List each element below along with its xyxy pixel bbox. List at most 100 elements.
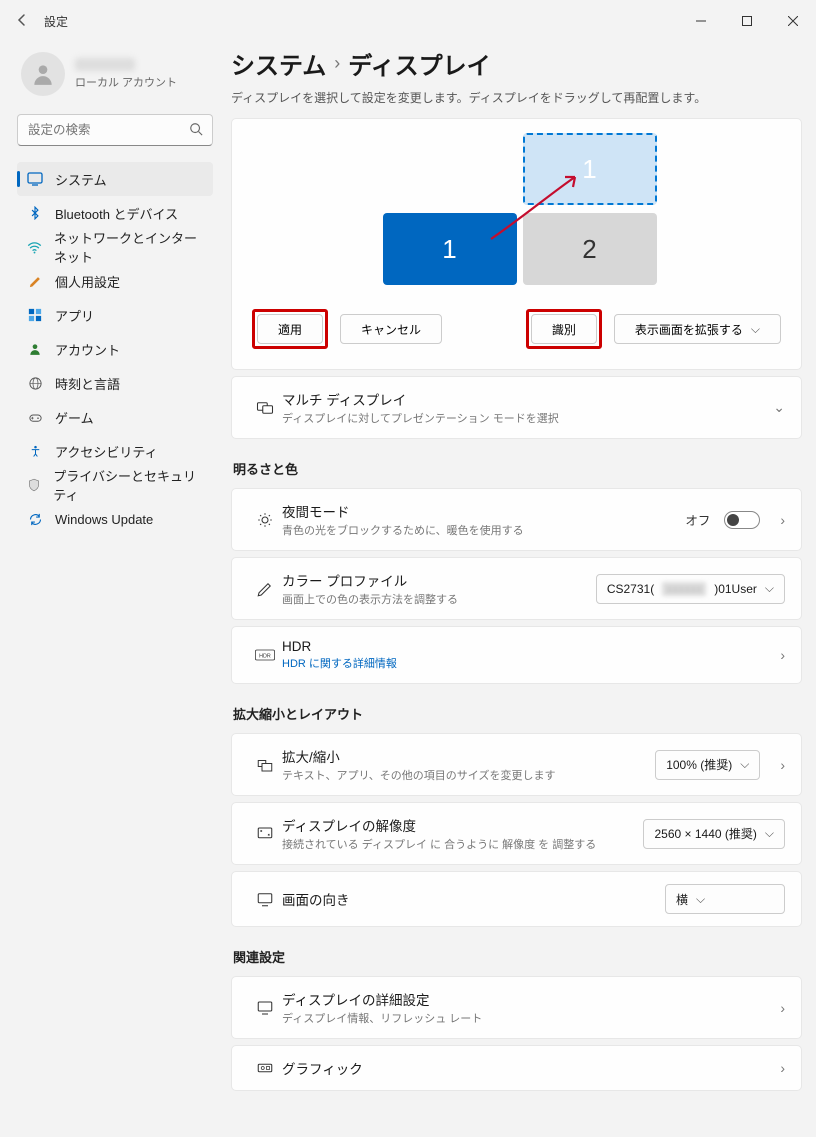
- highlight-identify: 識別: [526, 309, 602, 349]
- breadcrumb-root[interactable]: システム: [231, 46, 326, 81]
- row-subtitle: ディスプレイに対してプレゼンテーション モードを選択: [282, 410, 767, 426]
- close-button[interactable]: [770, 5, 816, 37]
- color-profile-row[interactable]: カラー プロファイル 画面上での色の表示方法を調整する CS2731(xxxxx…: [232, 558, 801, 619]
- resolution-row[interactable]: ディスプレイの解像度 接続されている ディスプレイ に 合うように 解像度 を …: [232, 803, 801, 864]
- row-title: マルチ ディスプレイ: [282, 389, 767, 409]
- monitor-2[interactable]: 2: [523, 213, 657, 285]
- scale-icon: [248, 756, 282, 774]
- row-title: ディスプレイの詳細設定: [282, 989, 774, 1009]
- sidebar-item-apps[interactable]: アプリ: [17, 298, 213, 332]
- identify-button[interactable]: 識別: [531, 314, 597, 344]
- search-input[interactable]: [28, 123, 189, 137]
- row-subtitle: ディスプレイ情報、リフレッシュ レート: [282, 1010, 774, 1026]
- sidebar-item-privacy[interactable]: プライバシーとセキュリティ: [17, 468, 213, 502]
- apply-button[interactable]: 適用: [257, 314, 323, 344]
- game-icon: [27, 409, 43, 425]
- breadcrumb: システム › ディスプレイ: [231, 46, 802, 81]
- row-subtitle: 接続されている ディスプレイ に 合うように 解像度 を 調整する: [282, 836, 643, 852]
- sidebar-item-time-language[interactable]: 時刻と言語: [17, 366, 213, 400]
- row-title: 画面の向き: [282, 889, 665, 909]
- sidebar-item-label: 個人用設定: [55, 272, 120, 291]
- section-related: 関連設定: [233, 947, 800, 966]
- sidebar-item-label: アカウント: [55, 340, 120, 359]
- cancel-button[interactable]: キャンセル: [340, 314, 442, 344]
- window-title: 設定: [42, 13, 68, 30]
- globe-icon: [27, 375, 43, 391]
- display-description: ディスプレイを選択して設定を変更します。ディスプレイをドラッグして再配置します。: [231, 89, 802, 106]
- orientation-select[interactable]: 横: [665, 884, 785, 914]
- row-subtitle: テキスト、アプリ、その他の項目のサイズを変更します: [282, 767, 655, 783]
- breadcrumb-leaf: ディスプレイ: [348, 46, 490, 81]
- sidebar-item-label: アクセシビリティ: [55, 442, 158, 461]
- profile-block[interactable]: ローカル アカウント: [17, 42, 213, 114]
- person-icon: [27, 341, 43, 357]
- sidebar-item-label: プライバシーとセキュリティ: [53, 466, 203, 504]
- monitor-1[interactable]: 1: [383, 213, 517, 285]
- section-brightness: 明るさと色: [233, 459, 800, 478]
- orientation-icon: [248, 890, 282, 908]
- color-profile-select[interactable]: CS2731(xxxxxx)01User: [596, 574, 785, 604]
- sidebar-item-bluetooth[interactable]: Bluetooth とデバイス: [17, 196, 213, 230]
- search-icon: [189, 122, 203, 139]
- scale-select[interactable]: 100% (推奨): [655, 750, 760, 780]
- chevron-right-icon: ›: [774, 757, 785, 773]
- sidebar-item-windows-update[interactable]: Windows Update: [17, 502, 213, 536]
- system-icon: [27, 171, 43, 187]
- hdr-link[interactable]: HDR に関する詳細情報: [282, 655, 774, 671]
- search-box[interactable]: [17, 114, 213, 146]
- night-state-label: オフ: [685, 510, 710, 529]
- row-title: HDR: [282, 639, 774, 654]
- orientation-row[interactable]: 画面の向き 横: [232, 872, 801, 926]
- row-title: ディスプレイの解像度: [282, 815, 643, 835]
- night-icon: [248, 511, 282, 529]
- resolution-icon: [248, 825, 282, 843]
- chevron-right-icon: ›: [774, 647, 785, 663]
- hdr-icon: HDR: [248, 648, 282, 662]
- sidebar-item-label: システム: [55, 170, 107, 189]
- highlight-apply: 適用: [252, 309, 328, 349]
- scale-row[interactable]: 拡大/縮小 テキスト、アプリ、その他の項目のサイズを変更します 100% (推奨…: [232, 734, 801, 795]
- monitor-1-ghost: 1: [523, 133, 657, 205]
- resolution-select[interactable]: 2560 × 1440 (推奨): [643, 819, 785, 849]
- row-title: カラー プロファイル: [282, 570, 596, 590]
- bluetooth-icon: [27, 205, 43, 221]
- accessibility-icon: [27, 443, 43, 459]
- back-button[interactable]: [14, 12, 42, 31]
- chevron-right-icon: ›: [774, 1000, 785, 1016]
- maximize-button[interactable]: [724, 5, 770, 37]
- minimize-button[interactable]: [678, 5, 724, 37]
- sidebar-item-gaming[interactable]: ゲーム: [17, 400, 213, 434]
- row-subtitle: 画面上での色の表示方法を調整する: [282, 591, 596, 607]
- chevron-right-icon: ›: [334, 53, 340, 74]
- graphics-row[interactable]: グラフィック ›: [232, 1046, 801, 1090]
- night-mode-row[interactable]: 夜間モード 青色の光をブロックするために、暖色を使用する オフ ›: [232, 489, 801, 550]
- sidebar-item-accounts[interactable]: アカウント: [17, 332, 213, 366]
- sidebar-item-system[interactable]: システム: [17, 162, 213, 196]
- multi-display-row[interactable]: マルチ ディスプレイ ディスプレイに対してプレゼンテーション モードを選択 ⌄: [232, 377, 801, 438]
- color-profile-icon: [248, 580, 282, 598]
- sidebar-item-network[interactable]: ネットワークとインターネット: [17, 230, 213, 264]
- profile-name: [75, 58, 177, 74]
- display-arrangement[interactable]: 1 1 2: [337, 133, 697, 293]
- multi-display-icon: [248, 399, 282, 417]
- sidebar-item-label: ゲーム: [55, 408, 94, 427]
- sidebar-item-accessibility[interactable]: アクセシビリティ: [17, 434, 213, 468]
- night-toggle[interactable]: [724, 511, 760, 529]
- brush-icon: [27, 273, 43, 289]
- row-subtitle: 青色の光をブロックするために、暖色を使用する: [282, 522, 685, 538]
- shield-icon: [27, 477, 41, 493]
- row-title: 拡大/縮小: [282, 746, 655, 766]
- wifi-icon: [27, 239, 42, 255]
- sidebar-item-label: Bluetooth とデバイス: [55, 204, 178, 223]
- advanced-display-row[interactable]: ディスプレイの詳細設定 ディスプレイ情報、リフレッシュ レート ›: [232, 977, 801, 1038]
- extend-dropdown[interactable]: 表示画面を拡張する: [614, 314, 781, 344]
- row-title: グラフィック: [282, 1058, 774, 1078]
- hdr-row[interactable]: HDR HDR HDR に関する詳細情報 ›: [232, 627, 801, 683]
- chevron-right-icon: ›: [774, 1060, 785, 1076]
- sidebar-item-personalization[interactable]: 個人用設定: [17, 264, 213, 298]
- update-icon: [27, 511, 43, 527]
- svg-text:HDR: HDR: [259, 653, 271, 659]
- apps-icon: [27, 307, 43, 323]
- chevron-down-icon: ⌄: [767, 399, 785, 416]
- profile-account-type: ローカル アカウント: [75, 74, 177, 90]
